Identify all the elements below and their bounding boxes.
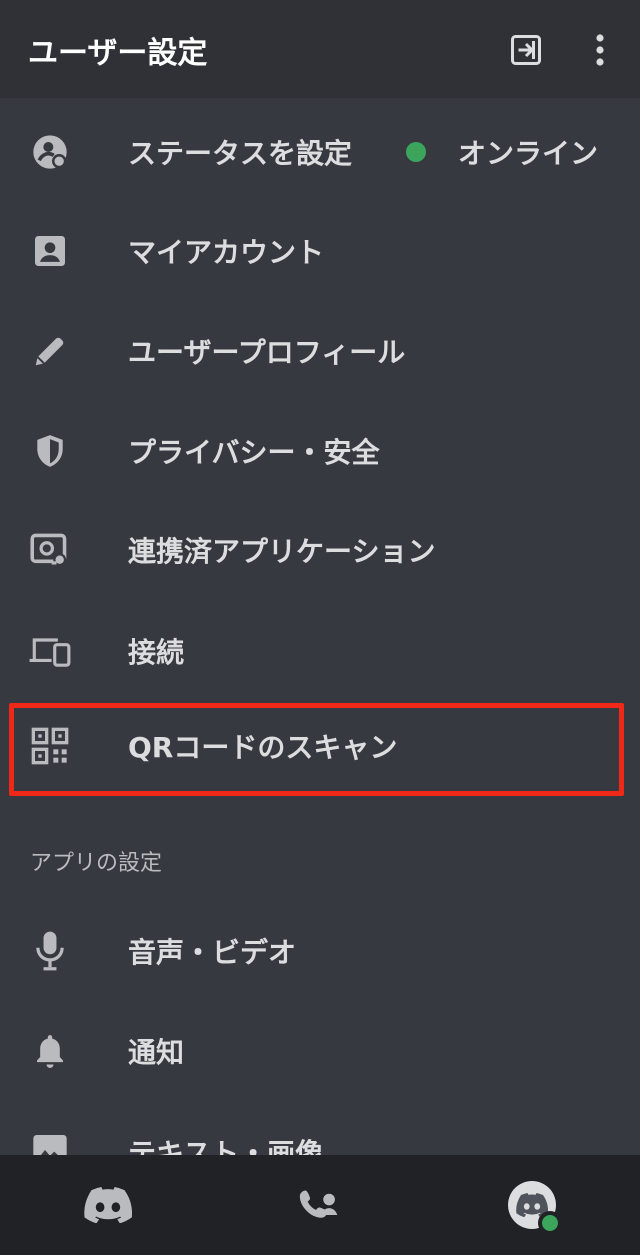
image-icon xyxy=(28,1130,72,1155)
settings-item-label: QRコードのスキャン xyxy=(128,731,398,764)
status-value-text: オンライン xyxy=(457,137,598,170)
avatar-online-status-dot xyxy=(538,1211,562,1235)
settings-item-authorized-apps[interactable]: 連携済アプリケーション xyxy=(0,502,640,598)
authorized-apps-icon xyxy=(28,528,72,572)
qr-code-icon xyxy=(28,724,72,768)
settings-item-connections[interactable]: 接続 xyxy=(0,603,640,699)
logout-button[interactable] xyxy=(504,26,548,74)
bottom-navigation-bar xyxy=(0,1155,640,1255)
settings-item-label: ステータスを設定 xyxy=(128,137,353,170)
account-icon xyxy=(28,229,72,273)
nav-home-button[interactable] xyxy=(78,1175,138,1235)
settings-item-text-images[interactable]: テキスト・画像 xyxy=(0,1130,640,1155)
more-vertical-icon xyxy=(596,34,604,66)
page-title: ユーザー設定 xyxy=(28,36,208,71)
settings-item-voice-video[interactable]: 音声・ビデオ xyxy=(0,903,640,999)
settings-item-label: マイアカウント xyxy=(128,236,325,269)
microphone-icon xyxy=(28,929,72,973)
profile-avatar-icon xyxy=(508,1181,562,1235)
online-status-dot xyxy=(405,142,426,162)
settings-item-privacy-safety[interactable]: プライバシー・安全 xyxy=(0,403,640,499)
settings-item-label: テキスト・画像 xyxy=(128,1137,324,1155)
bell-icon xyxy=(28,1029,72,1073)
settings-item-scan-qr-code[interactable]: QRコードのスキャン xyxy=(0,698,640,794)
settings-item-label: 通知 xyxy=(128,1036,185,1069)
settings-item-notifications[interactable]: 通知 xyxy=(0,1003,640,1099)
top-app-bar: ユーザー設定 xyxy=(0,0,640,98)
user-settings-screen: ユーザー設定 ステータスを設定 オンライン マイアカウント ユーザープロフィール… xyxy=(0,0,640,1255)
status-indicator: オンライン xyxy=(405,132,598,172)
devices-icon xyxy=(28,629,72,673)
shield-icon xyxy=(28,429,72,473)
discord-home-icon xyxy=(84,1187,132,1223)
pencil-icon xyxy=(28,329,72,373)
nav-profile-button[interactable] xyxy=(502,1175,562,1235)
settings-item-my-account[interactable]: マイアカウント xyxy=(0,203,640,299)
friends-icon xyxy=(299,1190,338,1218)
logout-icon xyxy=(511,35,541,65)
settings-item-user-profile[interactable]: ユーザープロフィール xyxy=(0,303,640,399)
overflow-menu-button[interactable] xyxy=(578,26,622,74)
settings-item-label: 連携済アプリケーション xyxy=(128,535,436,568)
section-header-app-settings: アプリの設定 xyxy=(30,851,163,876)
settings-item-set-status[interactable]: ステータスを設定 オンライン xyxy=(0,104,640,200)
settings-item-label: 音声・ビデオ xyxy=(128,936,297,969)
settings-item-label: ユーザープロフィール xyxy=(128,336,406,369)
status-icon xyxy=(28,130,72,174)
settings-item-label: プライバシー・安全 xyxy=(128,436,380,469)
nav-friends-button[interactable] xyxy=(290,1175,350,1235)
settings-item-label: 接続 xyxy=(128,636,185,669)
